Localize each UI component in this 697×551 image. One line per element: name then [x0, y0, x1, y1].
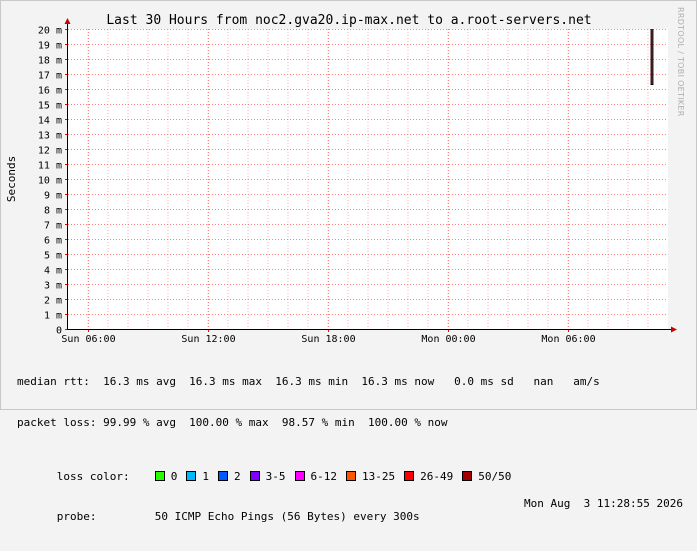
packet-loss-row: packet loss: 99.99 % avg 100.00 % max 98… — [17, 415, 448, 429]
x-tick-label: Mon 06:00 — [541, 334, 595, 345]
y-tick-label: 14 m — [38, 116, 62, 127]
y-tick-label: 3 m — [44, 281, 62, 292]
loss-color-item: 2 — [218, 470, 241, 484]
loss-color-swatch — [462, 470, 473, 481]
loss-color-value: 1 — [202, 469, 209, 483]
y-tick-label: 11 m — [38, 161, 62, 172]
timestamp: Mon Aug 3 11:28:55 2026 — [524, 496, 683, 510]
loss-color-label: loss color: — [56, 469, 130, 483]
y-tick-label: 17 m — [38, 71, 62, 82]
loss-color-item: 0 — [154, 469, 178, 484]
loss-color-swatch — [404, 470, 415, 481]
series-marks — [650, 29, 654, 85]
y-tick-label: 16 m — [38, 86, 62, 97]
y-tick-label: 7 m — [44, 221, 62, 232]
y-axis-label: Seconds — [5, 156, 18, 202]
y-tick-label: 6 m — [44, 236, 62, 247]
probe-description: 50 ICMP Echo Pings (56 Bytes) every 300s — [154, 510, 420, 523]
loss-color-row: loss color: 0 1 2 3-5 6-12 13-25 26-49 50/50 — [17, 456, 683, 483]
loss-color-item: 13-25 — [346, 470, 395, 484]
loss-color-value: 0 — [170, 469, 178, 483]
y-tick-label: 9 m — [44, 191, 62, 202]
y-tick-label: 19 m — [38, 41, 62, 52]
y-tick-label: 18 m — [38, 56, 62, 67]
loss-color-item: 6-12 — [294, 469, 338, 484]
loss-color-value: 3-5 — [265, 469, 286, 483]
x-tick-label: Sun 18:00 — [301, 334, 355, 345]
rrdtool-watermark: RRDTOOL / TOBI OETIKER — [676, 7, 685, 117]
loss-color-swatch — [218, 470, 228, 481]
probe-label: probe: — [56, 510, 97, 523]
grid-lines — [68, 29, 668, 329]
y-tick-label: 1 m — [44, 311, 62, 322]
y-tick-label: 10 m — [38, 176, 62, 187]
latency-chart: Last 30 Hours from noc2.gva20.ip-max.net… — [5, 13, 677, 345]
x-axis-arrow — [671, 326, 677, 333]
legend: median rtt: 16.3 ms avg 16.3 ms max 16.3… — [17, 348, 683, 537]
x-tick-label: Sun 12:00 — [181, 334, 235, 345]
x-axis-ticks: Sun 06:00 Sun 12:00 Sun 18:00 Mon 00:00 Mon … — [61, 329, 596, 345]
y-tick-label: 20 m — [38, 26, 62, 37]
y-tick-label: 13 m — [38, 131, 62, 142]
y-tick-label: 8 m — [44, 206, 62, 217]
y-axis-arrow — [64, 18, 71, 24]
loss-color-value: 26-49 — [420, 469, 454, 483]
y-tick-label: 5 m — [44, 251, 62, 262]
y-tick-label: 4 m — [44, 266, 62, 277]
x-tick-label: Mon 00:00 — [421, 334, 475, 345]
loss-color-value: 13-25 — [362, 469, 396, 483]
loss-color-swatch — [346, 470, 356, 481]
loss-color-value: 50/50 — [478, 469, 512, 483]
y-tick-label: 15 m — [38, 101, 62, 112]
y-tick-label: 12 m — [38, 146, 62, 157]
loss-color-swatch — [249, 470, 260, 481]
chart-title: Last 30 Hours from noc2.gva20.ip-max.net… — [106, 13, 591, 28]
x-tick-label: Sun 06:00 — [61, 334, 115, 345]
loss-color-item: 26-49 — [404, 470, 453, 484]
loss-color-item: 50/50 — [462, 470, 511, 484]
probe-row: probe: 50 ICMP Echo Pings (56 Bytes) ever… — [17, 496, 683, 524]
median-rtt-row: median rtt: 16.3 ms avg 16.3 ms max 16.3… — [17, 375, 600, 388]
loss-color-swatch — [154, 470, 165, 481]
loss-color-item: 3-5 — [249, 469, 286, 484]
loss-color-swatch — [294, 470, 305, 481]
y-tick-label: 2 m — [44, 296, 62, 307]
loss-color-value: 2 — [234, 469, 241, 483]
loss-color-swatch — [186, 470, 197, 481]
loss-color-item: 1 — [186, 470, 209, 484]
loss-color-value: 6-12 — [310, 469, 338, 483]
graph-frame: Last 30 Hours from noc2.gva20.ip-max.net… — [0, 0, 697, 523]
y-axis-ticks: 01 m2 m3 m4 m5 m6 m7 m8 m9 m10 m11 m12 m… — [38, 26, 68, 337]
loss-color-items: 0 1 2 3-5 6-12 13-25 26-49 50/50 — [154, 469, 521, 484]
